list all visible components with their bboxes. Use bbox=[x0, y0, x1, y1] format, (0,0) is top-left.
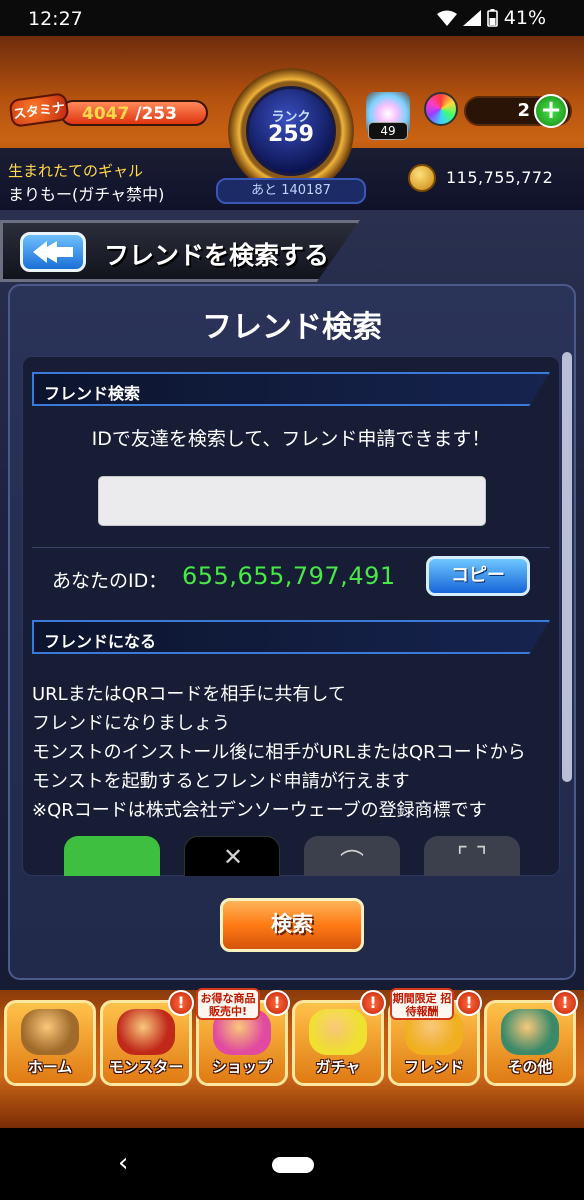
copy-id-button[interactable]: コピー bbox=[426, 556, 530, 596]
stamina-current: 4047 bbox=[82, 104, 130, 124]
panel-title: フレンド検索 bbox=[202, 310, 382, 345]
share-qr-button[interactable]: ⌜ ⌝ bbox=[424, 836, 520, 876]
status-icons: 41% bbox=[436, 7, 546, 29]
stamina-max: /253 bbox=[135, 104, 177, 124]
search-button[interactable]: 検索 bbox=[220, 898, 364, 952]
friend-desc-line: フレンドになりましょう bbox=[32, 713, 230, 734]
nav-other-label: その他 bbox=[507, 1058, 553, 1076]
friend-desc-line: ※QRコードは株式会社デンソーウェーブの登録商標です bbox=[32, 800, 487, 821]
back-arrow-icon bbox=[33, 241, 73, 263]
status-time: 12:27 bbox=[28, 8, 83, 30]
share-buttons-row: ✕ ⌒ ⌜ ⌝ bbox=[22, 836, 560, 876]
status-bar: 12:27 41% bbox=[0, 0, 584, 36]
your-id-value: 655,655,797,491 bbox=[182, 562, 396, 590]
your-id-label: あなたのID： bbox=[52, 570, 168, 592]
player-title: 生まれたてのギャル bbox=[8, 162, 144, 180]
orb-value: 2 bbox=[517, 100, 530, 121]
player-name: まりもー(ガチャ禁中) bbox=[8, 185, 165, 204]
x-logo-icon: ✕ bbox=[222, 843, 244, 871]
friend-description: URLまたはQRコードを相手に共有して フレンドになりましょう モンストのインス… bbox=[32, 680, 552, 825]
wifi-icon bbox=[436, 10, 457, 26]
other-menu-icon bbox=[501, 1009, 559, 1055]
rank-value: 259 bbox=[268, 122, 314, 147]
shop-promo-tag: お得な商品 販売中! bbox=[196, 988, 260, 1020]
monster-dragon-icon bbox=[117, 1009, 175, 1055]
friend-promo-tag: 期間限定 招待報酬 bbox=[390, 988, 454, 1020]
search-description: IDで友達を検索して、フレンド申請できます！ bbox=[91, 428, 491, 450]
gold-value: 115,755,772 bbox=[446, 168, 554, 187]
share-line-button[interactable] bbox=[64, 836, 160, 876]
friend-section-title: フレンドになる bbox=[44, 632, 157, 651]
nav-monster-label: モンスター bbox=[108, 1058, 184, 1076]
rank-next-exp: あと 140187 bbox=[216, 178, 366, 204]
back-button[interactable] bbox=[20, 232, 86, 272]
nav-friend-label: フレンド bbox=[403, 1058, 464, 1076]
stamina-text: 4047 /253 bbox=[82, 104, 177, 124]
friend-desc-line: モンストのインストール後に相手がURLまたはQRコードから bbox=[32, 742, 526, 763]
nav-home-label: ホーム bbox=[27, 1058, 73, 1076]
gacha-alert-badge: ! bbox=[360, 990, 386, 1016]
gold-coin-icon bbox=[408, 164, 436, 192]
panel-scrollbar[interactable] bbox=[562, 352, 572, 782]
share-link-button[interactable]: ⌒ bbox=[304, 836, 400, 876]
system-home-button[interactable] bbox=[272, 1157, 314, 1173]
nav-shop-label: ショップ bbox=[211, 1058, 272, 1076]
share-x-button[interactable]: ✕ bbox=[184, 836, 280, 876]
link-icon: ⌒ bbox=[340, 848, 364, 876]
shop-alert-badge: ! bbox=[264, 990, 290, 1016]
other-alert-badge: ! bbox=[552, 990, 578, 1016]
nav-gacha-label: ガチャ bbox=[315, 1058, 361, 1076]
friend-alert-badge: ! bbox=[456, 990, 482, 1016]
qr-scan-icon: ⌜ ⌝ bbox=[456, 842, 488, 870]
system-back-button[interactable]: ‹ bbox=[118, 1148, 128, 1178]
nav-home[interactable]: ホーム bbox=[4, 1000, 96, 1086]
signal-icon bbox=[462, 10, 481, 26]
rainbow-orb-icon bbox=[424, 92, 458, 126]
page-title: フレンドを検索する bbox=[104, 241, 330, 270]
search-section-title: フレンド検索 bbox=[44, 384, 141, 403]
add-orb-button[interactable]: + bbox=[534, 94, 568, 128]
item-orb-count: 49 bbox=[368, 122, 408, 140]
battery-percent: 41% bbox=[503, 7, 546, 29]
home-gate-icon bbox=[21, 1009, 79, 1055]
friend-desc-line: モンストを起動するとフレンド申請が行えます bbox=[32, 771, 410, 792]
friend-desc-line: URLまたはQRコードを相手に共有して bbox=[32, 684, 346, 705]
battery-icon bbox=[486, 9, 498, 27]
gacha-egg-icon bbox=[309, 1009, 367, 1055]
section-divider bbox=[32, 547, 550, 548]
monster-alert-badge: ! bbox=[168, 990, 194, 1016]
friend-id-input[interactable] bbox=[98, 476, 486, 526]
